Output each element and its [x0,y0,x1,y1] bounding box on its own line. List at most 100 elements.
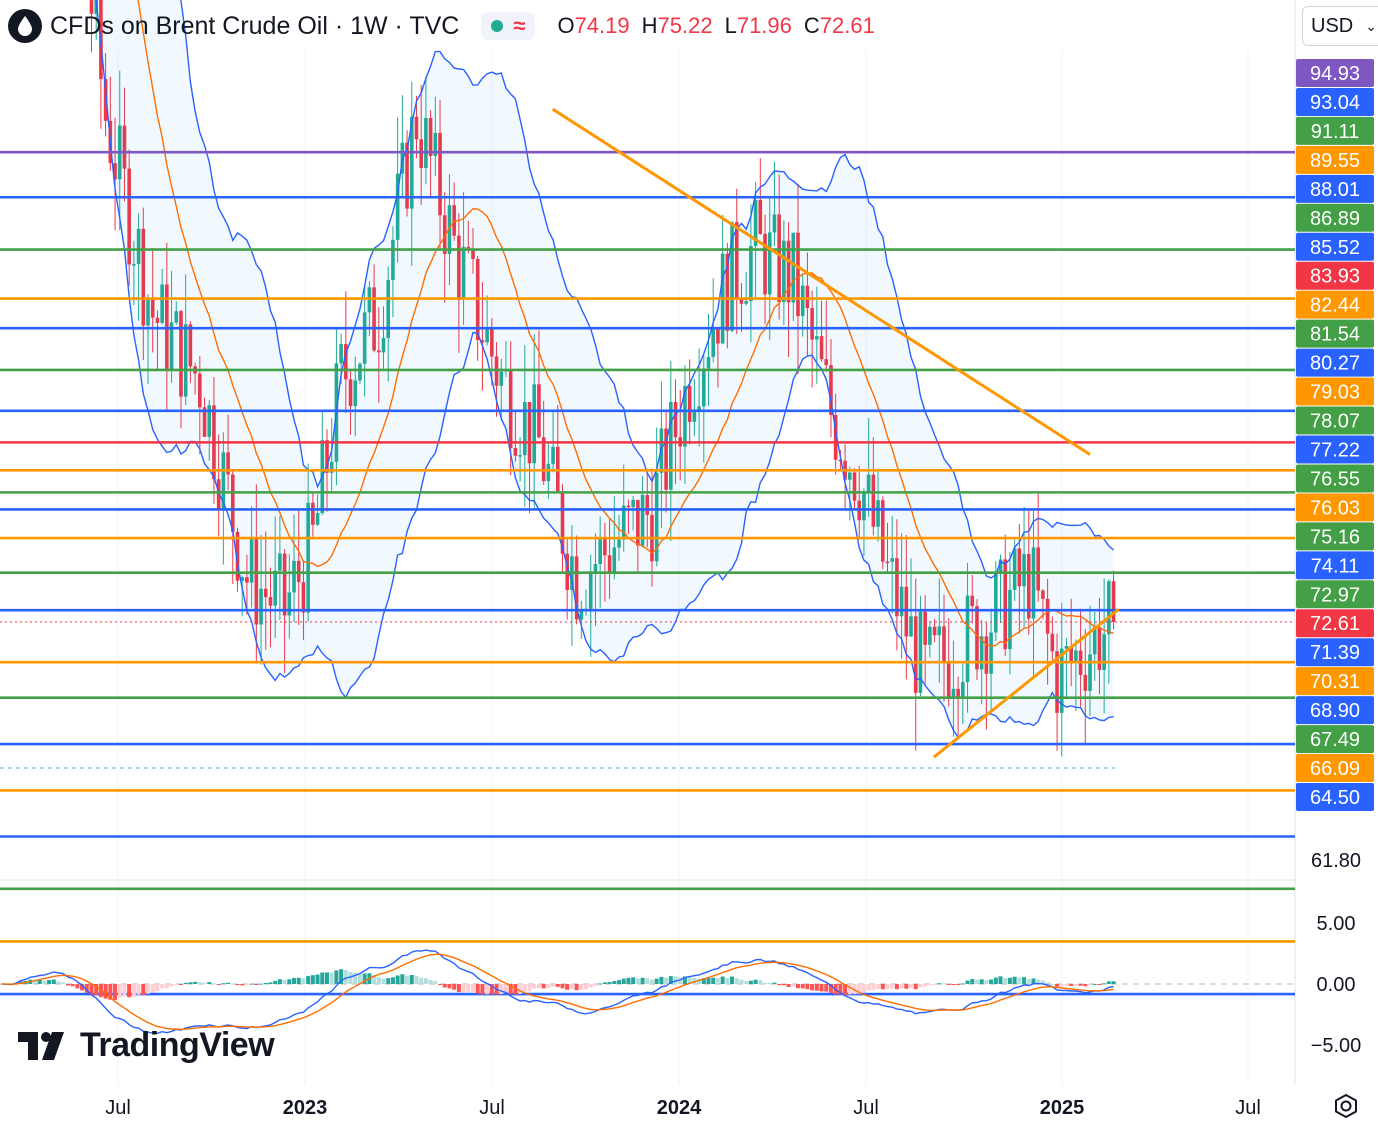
macd-hist-bar [1003,978,1008,984]
macd-hist-bar [47,979,52,984]
price-label-23: 67.49 [1310,729,1360,751]
price-label-8: 82.44 [1310,295,1360,317]
macd-hist-bar [376,977,381,984]
macd-hist-bar [155,984,160,991]
macd-hist-bar [273,980,278,984]
macd-hist-bar [932,984,937,985]
macd-hist-bar [706,978,711,984]
macd-hist-bar [240,984,245,986]
price-label-10: 80.27 [1310,353,1360,375]
macd-hist-bar [899,984,904,989]
macd-hist-bar [781,984,786,986]
macd-hist-bar [188,982,193,984]
macd-hist-bar [207,982,212,984]
macd-hist-bar [409,974,414,984]
macd-hist-bar [532,984,537,989]
y-tick-macd-0: 5.00 [1317,913,1356,935]
macd-hist-bar [579,984,584,991]
chart-canvas[interactable]: 94.93 93.04 91.11 89.55 88.01 86.89 85.52 83.93… [0,0,1378,1127]
macd-hist-bar [551,984,556,987]
macd-hist-bar [235,984,240,986]
macd-hist-bar [1026,979,1031,984]
price-label-2: 91.11 [1311,121,1360,143]
macd-hist-bar [216,984,221,985]
macd-hist-bar [1069,984,1074,986]
price-label-12: 78.07 [1310,411,1360,433]
macd-hist-bar [386,978,391,984]
macd-hist-bar [786,984,791,988]
macd-hist-bar [659,976,664,984]
macd-hist-bar [758,980,763,984]
macd-hist-bar [1017,977,1022,984]
macd-hist-bar [814,984,819,991]
macd-hist-bar [904,984,909,989]
macd-hist-bar [466,984,471,992]
macd-hist-bar [876,984,881,989]
macd-hist-bar [1045,982,1050,984]
macd-hist-bar [1088,984,1093,986]
price-label-0: 94.93 [1310,63,1360,85]
macd-hist-bar [763,982,768,984]
macd-hist-bar [113,984,118,1000]
macd-hist-bar [136,984,141,995]
y-tick-main-0: 61.80 [1311,850,1361,872]
macd-hist-bar [395,975,400,984]
macd-hist-bar [998,976,1003,984]
macd-hist-bar [292,978,297,984]
macd-hist-bar [65,984,70,986]
macd-hist-bar [536,984,541,988]
macd-hist-bar [880,984,885,990]
macd-hist-bar [1055,984,1060,987]
price-label-5: 86.89 [1310,208,1360,230]
symbol-title[interactable]: CFDs on Brent Crude Oil · 1W · TVC [50,12,459,41]
macd-hist-bar [461,984,466,993]
chart-header: CFDs on Brent Crude Oil · 1W · TVC ≈ O74… [8,8,875,44]
macd-hist-bar [894,984,899,990]
macd-hist-bar [1073,984,1078,986]
price-label-15: 76.03 [1310,497,1360,519]
macd-hist-bar [485,984,490,995]
macd-hist-bar [984,980,989,984]
ohlc-low: L71.96 [724,13,792,38]
macd-hist-bar [871,984,876,991]
macd-hist-bar [150,984,155,993]
macd-hist-bar [1111,981,1116,984]
macd-hist-bar [131,984,136,997]
macd-hist-bar [711,977,716,984]
price-label-6: 85.52 [1310,237,1360,259]
macd-hist-bar [645,978,650,984]
price-label-24: 66.09 [1310,758,1360,780]
macd-hist-bar [569,984,574,990]
macd-hist-bar [588,984,593,988]
price-label-7: 83.93 [1310,266,1360,288]
macd-hist-bar [202,982,207,984]
macd-hist-bar [654,978,659,984]
macd-hist-bar [970,979,975,984]
status-pill[interactable]: ≈ [481,12,536,40]
macd-hist-bar [1083,984,1088,987]
macd-hist-bar [748,980,753,984]
bollinger-fill [95,0,1114,738]
x-tick-3: 2024 [657,1097,702,1119]
price-label-22: 68.90 [1310,700,1360,722]
macd-hist-bar [324,972,329,984]
macd-hist-bar [103,984,108,999]
price-label-20: 71.39 [1310,642,1360,664]
macd-hist-bar [1097,984,1102,985]
currency-select[interactable]: USD ⌄ [1302,6,1378,46]
macd-hist-bar [791,984,796,987]
macd-hist-bar [584,984,589,990]
oil-drop-icon [8,9,42,43]
macd-hist-bar [631,977,636,984]
macd-hist-bar [310,975,315,984]
macd-hist-bar [946,984,951,985]
macd-hist-bar [819,984,824,992]
macd-hist-bar [75,984,80,989]
price-label-25: 64.50 [1310,787,1360,809]
macd-hist-bar [282,979,287,984]
macd-hist-bar [753,979,758,984]
macd-hist-bar [447,984,452,989]
macd-hist-bar [1078,984,1083,986]
settings-gear-icon[interactable] [1332,1092,1360,1120]
macd-hist-bar [433,980,438,984]
